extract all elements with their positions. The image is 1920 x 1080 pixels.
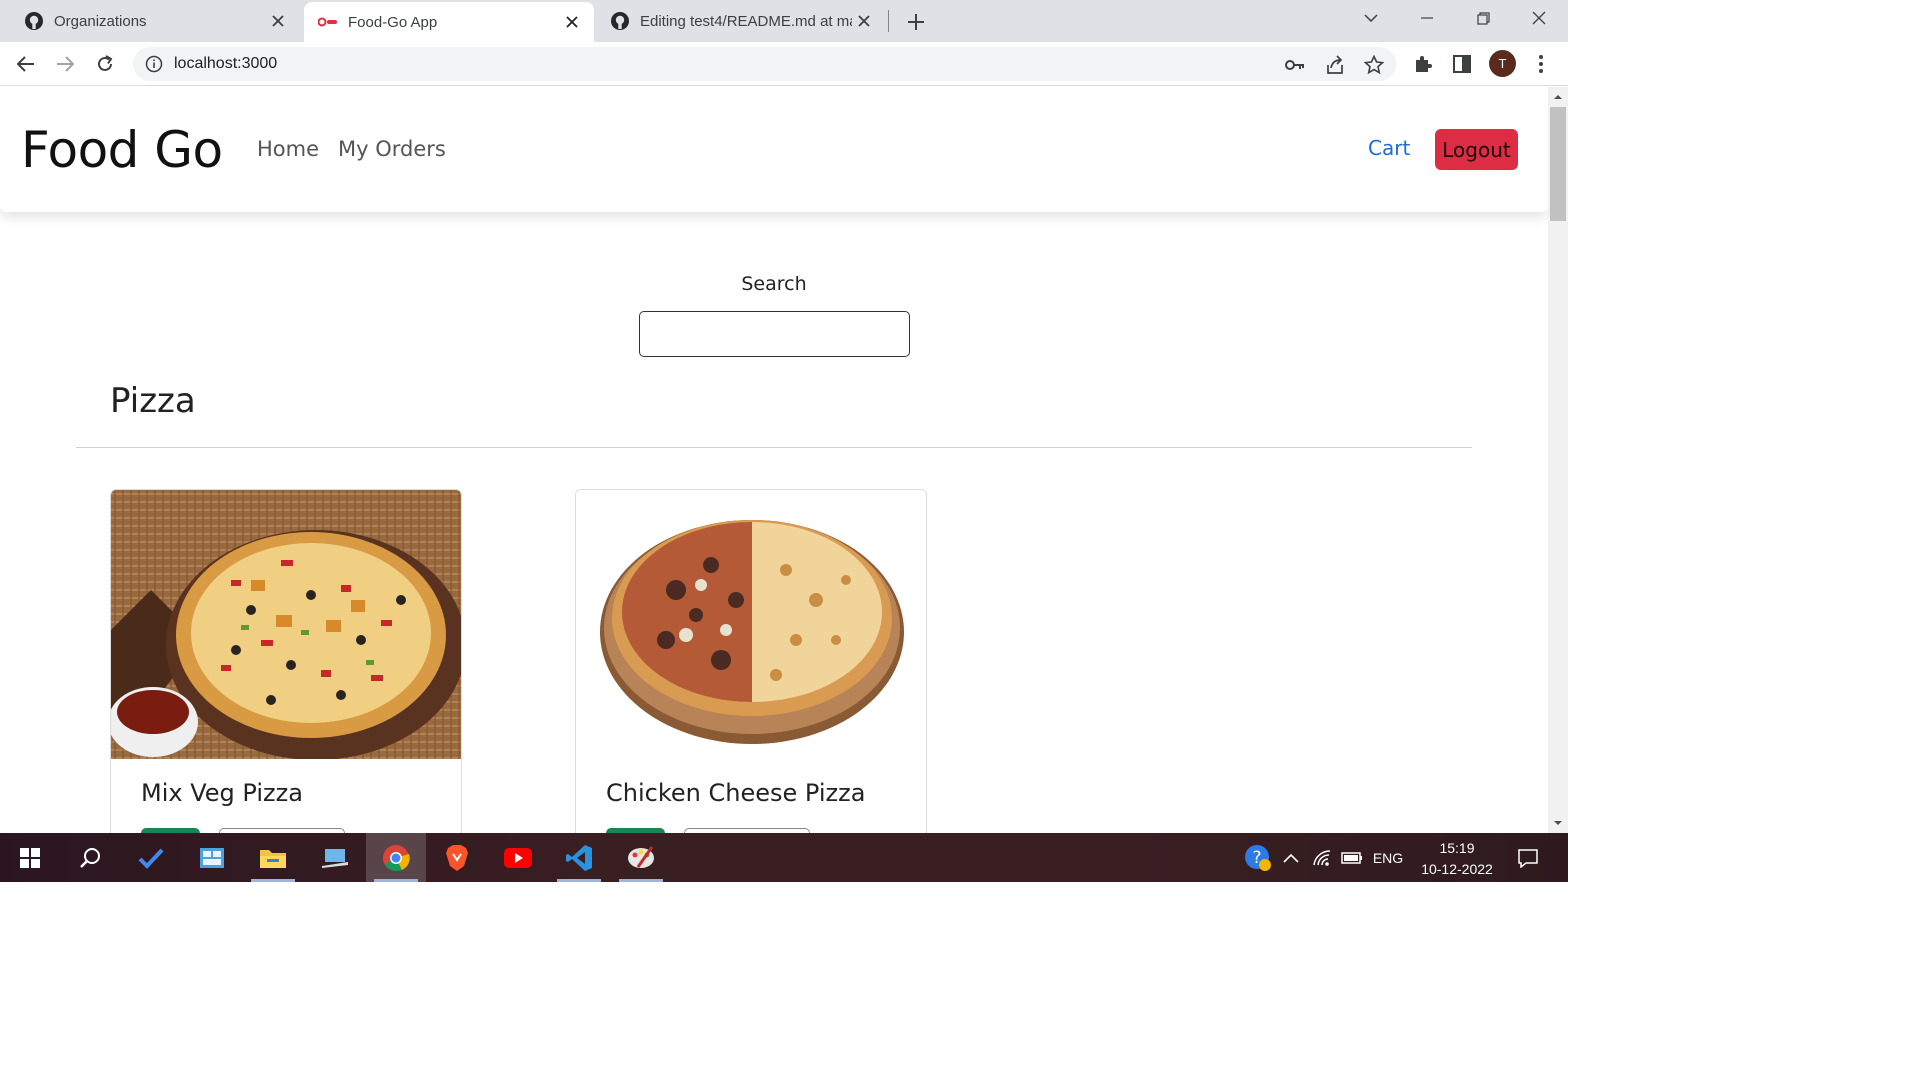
food-card-chicken-cheese-pizza: Chicken Cheese Pizza	[575, 489, 927, 833]
food-item-name: Chicken Cheese Pizza	[606, 779, 866, 807]
brave-browser-button[interactable]	[427, 833, 487, 882]
tab-title: Editing test4/README.md at mai	[640, 12, 852, 30]
mix-veg-pizza-image	[111, 490, 461, 760]
tab-organizations[interactable]: Organizations	[0, 0, 300, 42]
new-tab-button[interactable]	[902, 8, 930, 36]
help-notification-icon[interactable]: ?	[1238, 833, 1278, 882]
search-icon	[80, 847, 100, 868]
browser-toolbar: localhost:3000 T	[0, 42, 1568, 86]
checkmark-icon	[138, 848, 164, 869]
scroll-up-arrow-icon[interactable]	[1553, 92, 1563, 102]
close-window-button[interactable]	[1511, 0, 1567, 36]
control-panel-icon	[200, 847, 224, 868]
bookmark-star-icon[interactable]	[1363, 54, 1385, 76]
chrome-taskbar-button[interactable]	[366, 833, 426, 882]
search-input[interactable]	[639, 311, 910, 357]
paint-palette-icon	[628, 845, 654, 868]
password-key-icon[interactable]	[1284, 54, 1306, 76]
scroll-down-arrow-icon[interactable]	[1553, 818, 1563, 828]
paint-app-button[interactable]	[611, 833, 671, 882]
food-item-name: Mix Veg Pizza	[141, 779, 303, 807]
laptop-app-button[interactable]	[305, 833, 365, 882]
tab-separator	[888, 10, 889, 32]
back-button[interactable]	[11, 49, 41, 79]
chrome-icon	[383, 844, 410, 871]
close-tab-icon[interactable]	[560, 10, 584, 34]
minimize-button[interactable]	[1399, 0, 1455, 36]
github-icon	[24, 11, 44, 31]
github-icon	[610, 11, 630, 31]
site-info-icon[interactable]	[145, 55, 163, 73]
tab-title: Organizations	[54, 12, 147, 30]
share-icon[interactable]	[1324, 54, 1346, 76]
todo-app-button[interactable]	[121, 833, 181, 882]
close-tab-icon[interactable]	[266, 9, 290, 33]
youtube-app-button[interactable]	[488, 833, 548, 882]
laptop-icon	[322, 848, 348, 868]
folder-icon	[260, 849, 286, 868]
scrollbar-thumb[interactable]	[1550, 107, 1566, 221]
chrome-menu-icon[interactable]	[1526, 49, 1556, 79]
windows-logo-icon	[20, 847, 40, 868]
category-title: Pizza	[110, 381, 196, 421]
tab-search-button[interactable]	[1343, 0, 1399, 36]
chicken-cheese-pizza-image	[576, 490, 926, 759]
language-indicator[interactable]: ENG	[1366, 833, 1410, 882]
tab-title: Food-Go App	[348, 13, 438, 31]
profile-avatar[interactable]: T	[1489, 50, 1516, 77]
browser-tab-strip: Organizations Food-Go App Editing test4/…	[0, 0, 1568, 42]
wifi-icon[interactable]	[1308, 833, 1338, 882]
forward-button[interactable]	[50, 49, 80, 79]
start-button[interactable]	[0, 833, 60, 882]
page-scrollbar[interactable]	[1548, 87, 1568, 833]
action-center-icon[interactable]	[1508, 833, 1548, 882]
reload-button[interactable]	[90, 49, 120, 79]
youtube-icon	[504, 847, 532, 868]
extensions-puzzle-icon[interactable]	[1408, 49, 1438, 79]
search-taskbar-button[interactable]	[60, 833, 120, 882]
restore-button[interactable]	[1455, 0, 1511, 36]
taskbar-clock[interactable]: 15:19 10-12-2022	[1412, 838, 1502, 880]
food-go-favicon-icon	[318, 12, 338, 32]
logout-button[interactable]: Logout	[1435, 129, 1518, 170]
brave-lion-icon	[446, 844, 468, 871]
clock-date: 10-12-2022	[1421, 861, 1493, 877]
nav-link-my-orders[interactable]: My Orders	[338, 137, 446, 161]
food-card-mix-veg-pizza: Mix Veg Pizza	[110, 489, 462, 833]
address-bar[interactable]: localhost:3000	[133, 47, 1396, 81]
show-hidden-icons-chevron-icon[interactable]	[1278, 833, 1304, 882]
file-explorer-button[interactable]	[243, 833, 303, 882]
close-tab-icon[interactable]	[852, 9, 876, 33]
web-page: Food Go Home My Orders Cart Logout Searc…	[0, 87, 1548, 833]
category-divider	[76, 447, 1472, 448]
side-panel-icon[interactable]	[1447, 49, 1477, 79]
tab-food-go-app[interactable]: Food-Go App	[304, 2, 594, 42]
control-panel-button[interactable]	[182, 833, 242, 882]
search-label: Search	[741, 273, 807, 295]
vscode-button[interactable]	[549, 833, 609, 882]
url-text[interactable]: localhost:3000	[174, 55, 277, 73]
windows-taskbar: ? ENG 15:19 10-12-2022	[0, 833, 1568, 882]
tab-editing-readme[interactable]: Editing test4/README.md at mai	[586, 0, 886, 42]
clock-time: 15:19	[1439, 840, 1475, 856]
brand-logo-text[interactable]: Food Go	[21, 121, 223, 179]
battery-icon[interactable]	[1338, 833, 1366, 882]
cart-link[interactable]: Cart	[1368, 136, 1410, 160]
navbar: Food Go Home My Orders Cart Logout	[0, 87, 1548, 212]
vscode-icon	[566, 844, 592, 871]
nav-link-home[interactable]: Home	[257, 137, 319, 161]
